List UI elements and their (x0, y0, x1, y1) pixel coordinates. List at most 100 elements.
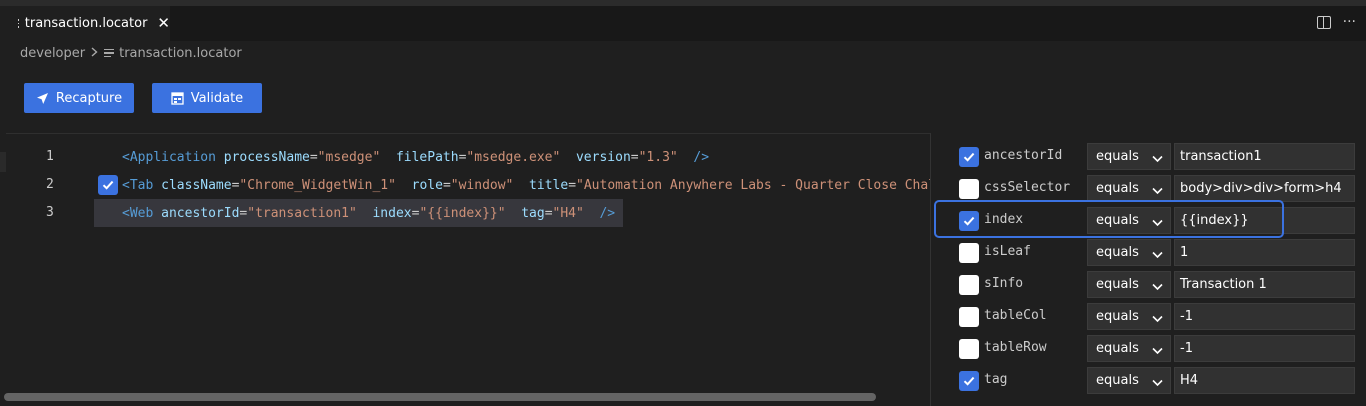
property-operator-select[interactable]: equals (1087, 303, 1171, 330)
code-line[interactable]: 2 <Tab className = "Chrome_WidgetWin_1" rol… (6, 171, 952, 199)
operator-label: equals (1096, 277, 1139, 292)
code-attr-name: ancestorId (161, 205, 240, 221)
property-value-input[interactable]: -1 (1174, 303, 1355, 330)
editor-tab-bar: transaction.locator ✕ ··· (0, 6, 1366, 41)
operator-label: equals (1096, 341, 1139, 356)
property-value-input[interactable]: body>div>div>form>h4 (1174, 175, 1355, 202)
property-checkbox[interactable] (959, 211, 979, 231)
close-icon[interactable]: ✕ (157, 16, 170, 31)
property-checkbox[interactable] (959, 179, 979, 199)
code-tag-close: /> (693, 149, 710, 165)
chevron-down-icon (1152, 280, 1163, 295)
line-number: 1 (46, 149, 54, 164)
property-row: ancestorId equals transaction1 (931, 140, 1366, 172)
code-equals: = (442, 177, 451, 193)
property-row: tag equals H4 (931, 364, 1366, 396)
operator-label: equals (1096, 309, 1139, 324)
property-operator-select[interactable]: equals (1087, 207, 1171, 234)
property-checkbox[interactable] (959, 307, 979, 327)
property-value-input[interactable]: transaction1 (1174, 143, 1355, 170)
horizontal-scrollbar[interactable] (4, 393, 876, 401)
chevron-down-icon (1152, 312, 1163, 327)
code-text: <Tab className = "Chrome_WidgetWin_1" role… (122, 171, 952, 199)
property-name: cssSelector (984, 180, 1071, 195)
send-arrow-icon (36, 92, 49, 105)
operator-label: equals (1096, 245, 1139, 260)
operator-label: equals (1096, 373, 1139, 388)
code-attr-name: title (529, 177, 569, 193)
tab-transaction-locator[interactable]: transaction.locator ✕ (0, 6, 170, 41)
property-operator-select[interactable]: equals (1087, 175, 1171, 202)
line-number: 2 (46, 177, 54, 192)
code-attr-name: processName (223, 149, 310, 165)
chevron-down-icon (1152, 344, 1163, 359)
chevron-down-icon (1152, 152, 1163, 167)
recapture-label: Recapture (55, 90, 123, 106)
file-lines-icon (104, 48, 115, 58)
property-value-input[interactable]: {{index}} (1174, 207, 1355, 234)
breadcrumb-file[interactable]: transaction.locator (119, 46, 242, 61)
property-row: isLeaf equals 1 (931, 236, 1366, 268)
code-equals: = (411, 205, 420, 221)
code-attr-value: "transaction1" (247, 205, 357, 221)
locator-code-editor[interactable]: 1 <Application processName = "msedge" fileP… (6, 133, 952, 406)
operator-label: equals (1096, 181, 1139, 196)
property-checkbox[interactable] (959, 147, 979, 167)
code-tag-close: /> (599, 205, 616, 221)
tab-label: transaction.locator (24, 16, 148, 31)
operator-label: equals (1096, 213, 1139, 228)
property-checkbox[interactable] (959, 243, 979, 263)
code-tag: <Tab (122, 177, 154, 193)
chevron-down-icon (1152, 184, 1163, 199)
property-operator-select[interactable]: equals (1087, 271, 1171, 298)
code-attr-name: className (161, 177, 232, 193)
property-value-input[interactable]: -1 (1174, 335, 1355, 362)
breadcrumb: developer transaction.locator (20, 44, 242, 62)
property-name: sInfo (984, 276, 1024, 291)
chevron-down-icon (1152, 376, 1163, 391)
code-equals: = (309, 149, 318, 165)
more-actions-icon[interactable]: ··· (1343, 14, 1356, 30)
code-line[interactable]: 1 <Application processName = "msedge" fileP… (6, 143, 930, 171)
code-attr-name: tag (521, 205, 545, 221)
split-editor-icon[interactable] (1316, 16, 1331, 29)
code-attr-value: "{{index}}" (419, 205, 506, 221)
code-line[interactable]: 3 <Web ancestorId = "transaction1" index = "{… (6, 199, 930, 227)
property-operator-select[interactable]: equals (1087, 239, 1171, 266)
property-name: index (984, 212, 1024, 227)
property-value-input[interactable]: Transaction 1 (1174, 271, 1355, 298)
property-operator-select[interactable]: equals (1087, 143, 1171, 170)
validate-button[interactable]: Validate (152, 83, 262, 113)
property-name: tableCol (984, 308, 1047, 323)
operator-label: equals (1096, 149, 1139, 164)
property-checkbox[interactable] (959, 339, 979, 359)
property-operator-select[interactable]: equals (1087, 367, 1171, 394)
properties-panel: ancestorId equals transaction1 cssSelector e… (930, 133, 1366, 406)
code-attr-value: "1.3" (638, 149, 678, 165)
tab-actions: ··· (1316, 14, 1356, 30)
line-checkbox[interactable] (98, 175, 118, 195)
property-name: ancestorId (984, 148, 1063, 163)
code-attr-value: "H4" (552, 205, 584, 221)
property-checkbox[interactable] (959, 275, 979, 295)
code-attr-value: "Chrome_WidgetWin_1" (239, 177, 396, 193)
recapture-button[interactable]: Recapture (24, 83, 134, 113)
property-operator-select[interactable]: equals (1087, 335, 1171, 362)
property-value-input[interactable]: H4 (1174, 367, 1355, 394)
property-checkbox[interactable] (959, 371, 979, 391)
property-row: tableCol equals -1 (931, 300, 1366, 332)
property-value-input[interactable]: 1 (1174, 239, 1355, 266)
breadcrumb-root[interactable]: developer (20, 46, 85, 61)
code-attr-value: "Automation Anywhere Labs - Quarter Clos… (576, 177, 952, 193)
code-attr-name: index (372, 205, 412, 221)
